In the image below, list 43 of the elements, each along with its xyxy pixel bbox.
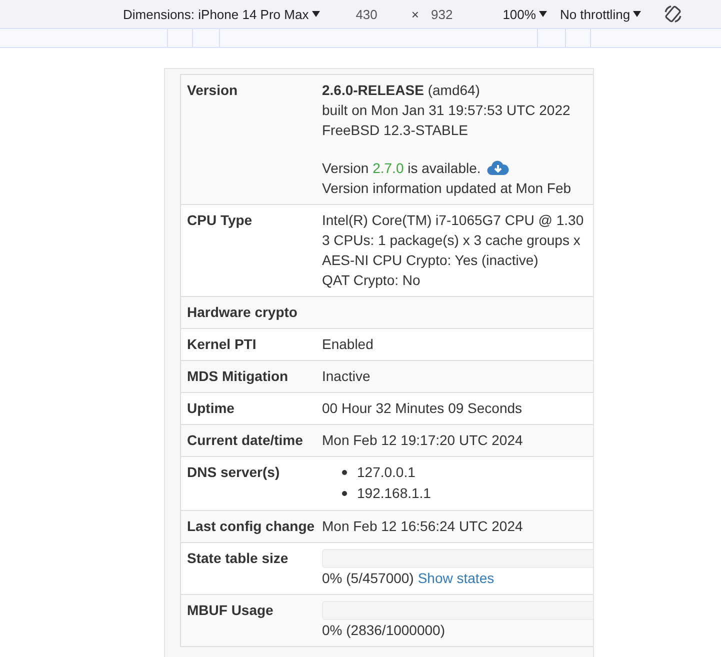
width-field[interactable]: 430 — [356, 6, 378, 22]
height-field[interactable]: 932 — [431, 6, 453, 22]
device-dropdown[interactable]: Dimensions: iPhone 14 Pro Max — [123, 6, 320, 22]
cloud-download-icon[interactable] — [486, 160, 509, 176]
row-label: Kernel PTI — [187, 335, 258, 354]
row-label: Uptime — [187, 399, 236, 418]
value-text: Mon Feb 12 16:56:24 UTC 2024 — [322, 517, 524, 536]
row-label: CPU Type — [187, 211, 254, 230]
times-sign: × — [411, 6, 419, 22]
value-text: AES-NI CPU Crypto: Yes (inactive) — [322, 251, 540, 270]
value-text: FreeBSD 12.3-STABLE — [322, 121, 470, 140]
bullet-icon — [342, 470, 347, 475]
bullet-icon — [342, 491, 347, 496]
row-label: MDS Mitigation — [187, 367, 290, 386]
show-states-link[interactable]: Show states — [418, 570, 494, 586]
value-text: 0% (2836/1000000) — [322, 622, 445, 638]
list-item: 127.0.0.1 — [357, 463, 416, 482]
update-text: Version 2.7.0 is available. — [322, 159, 481, 178]
value-text: Enabled — [322, 335, 374, 354]
rotate-icon[interactable] — [663, 4, 684, 24]
row-label: DNS server(s) — [187, 463, 281, 482]
value-text: 2.6.0-RELEASE (amd64) — [322, 81, 481, 100]
value-text: 0% (5/457000) — [322, 570, 414, 586]
value-text: built on Mon Jan 31 19:57:53 UTC 2022 — [322, 101, 572, 120]
value-text: QAT Crypto: No — [322, 271, 422, 290]
row-label: MBUF Usage — [187, 601, 274, 620]
row-label: Hardware crypto — [187, 303, 298, 322]
value-text: Intel(R) Core(TM) i7-1065G7 CPU @ 1.30 — [322, 211, 585, 230]
caret-icon — [538, 11, 547, 17]
value-text: 00 Hour 32 Minutes 09 Seconds — [322, 399, 524, 418]
value-text: 3 CPUs: 1 package(s) x 3 cache groups x — [322, 231, 582, 250]
row-label: Version — [187, 81, 239, 100]
value-text: Mon Feb 12 19:17:20 UTC 2024 — [322, 431, 524, 450]
list-item: 192.168.1.1 — [357, 484, 431, 503]
throttling-dropdown[interactable]: No throttling — [560, 6, 642, 22]
row-label: Last config change — [187, 517, 316, 536]
value-text: Inactive — [322, 367, 372, 386]
value-text: Version information updated at Mon Feb — [322, 179, 572, 198]
row-label: State table size — [187, 549, 290, 568]
row-label: Current date/time — [187, 431, 304, 450]
caret-icon — [312, 11, 320, 17]
zoom-dropdown[interactable]: 100% — [502, 6, 547, 22]
caret-icon — [633, 11, 642, 17]
